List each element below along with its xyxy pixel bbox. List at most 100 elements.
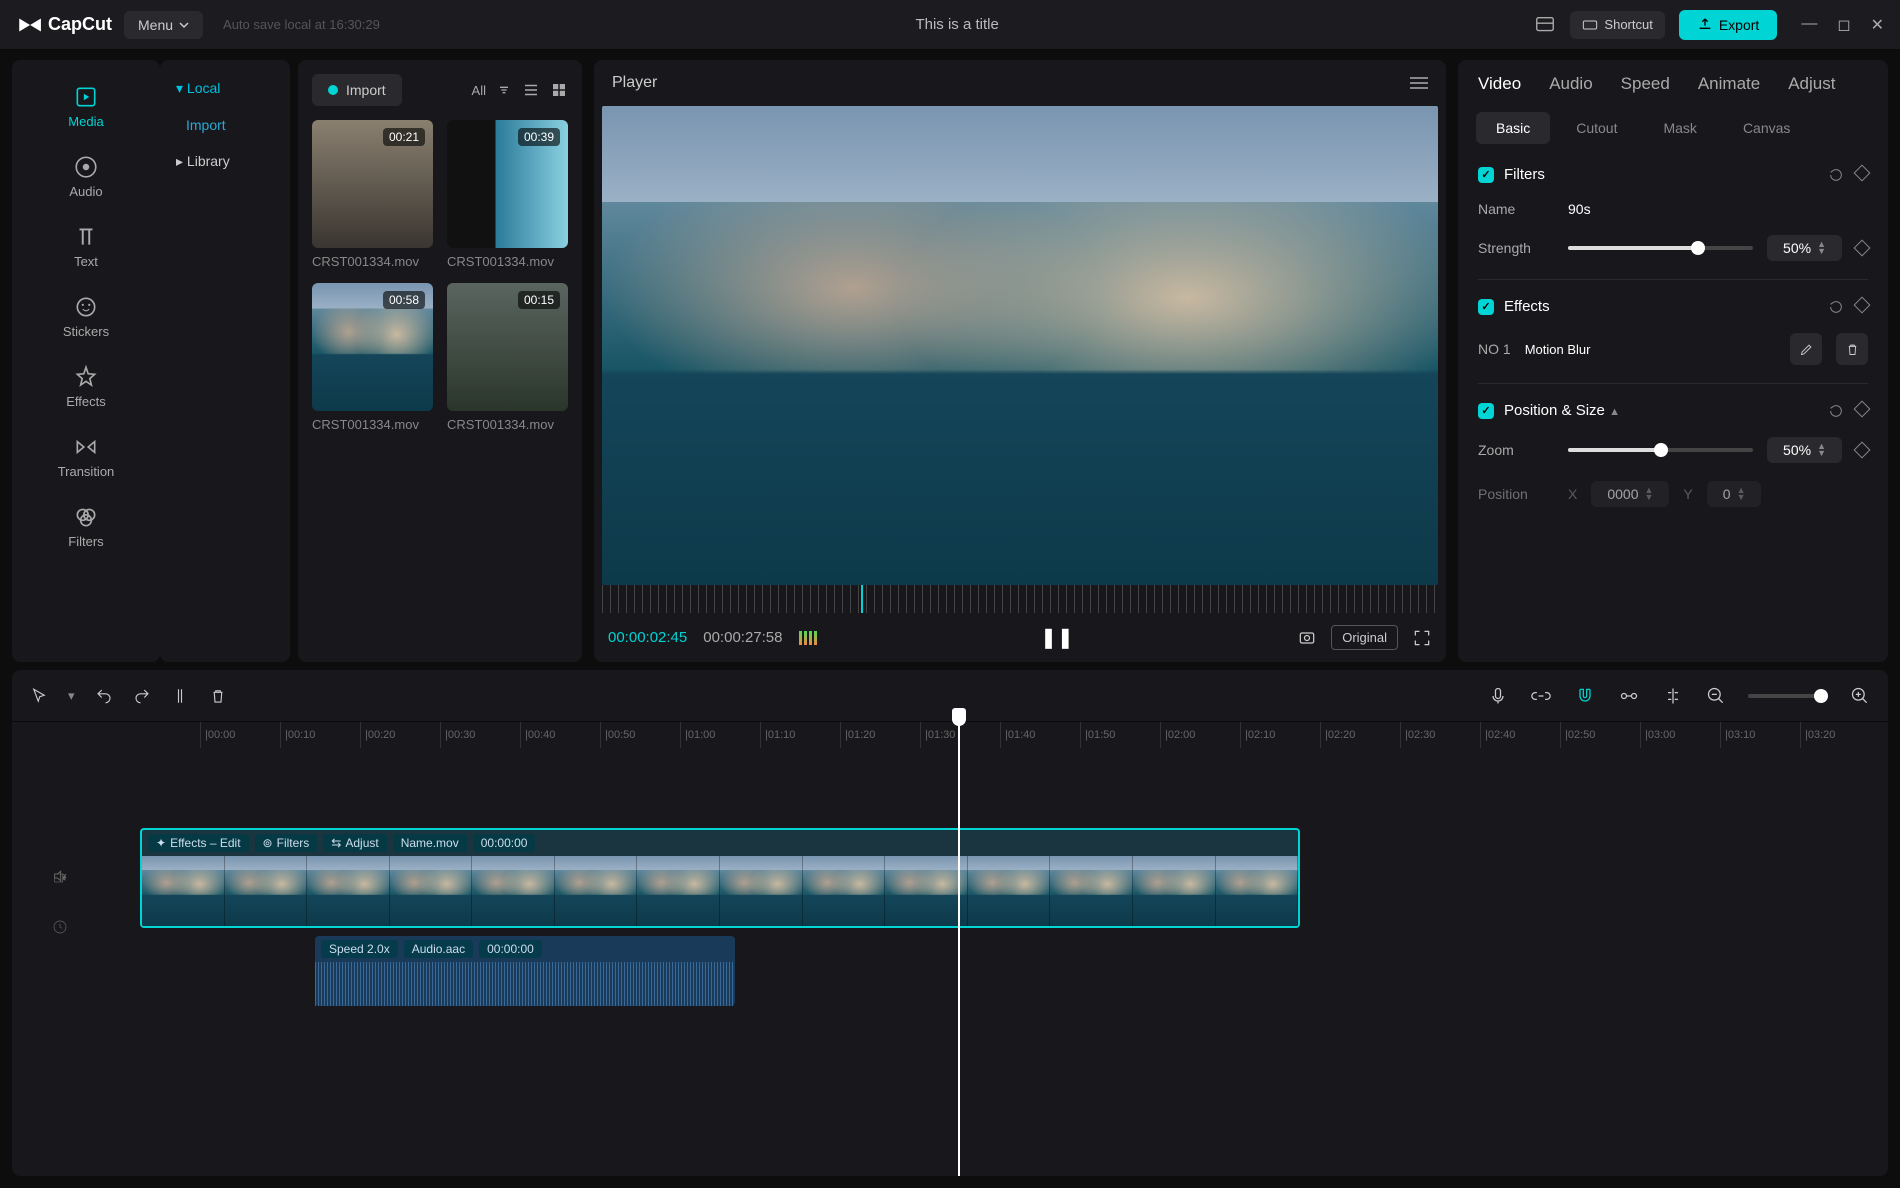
filters-checkbox[interactable]: ✓: [1478, 167, 1494, 183]
timecode-duration: 00:00:27:58: [703, 629, 782, 646]
delete-effect-button[interactable]: [1836, 333, 1868, 365]
reset-icon[interactable]: [1828, 403, 1844, 419]
subtab-basic[interactable]: Basic: [1476, 112, 1550, 144]
fullscreen-icon[interactable]: [1412, 628, 1432, 648]
tab-speed[interactable]: Speed: [1621, 74, 1670, 94]
timeline[interactable]: |00:00|00:10|00:20|00:30|00:40|00:50|01:…: [12, 722, 1888, 1176]
redo-icon[interactable]: [133, 687, 151, 705]
filter-name: 90s: [1568, 201, 1591, 217]
player-ruler[interactable]: [602, 585, 1438, 613]
tool-effects[interactable]: Effects: [12, 352, 160, 422]
dot-icon: [328, 85, 338, 95]
audio-tag-tc: 00:00:00: [479, 940, 542, 958]
mic-icon[interactable]: [1488, 686, 1508, 706]
tab-audio[interactable]: Audio: [1549, 74, 1592, 94]
clip-tag-adjust[interactable]: ⇆ Adjust: [323, 834, 386, 852]
reset-icon[interactable]: [1828, 167, 1844, 183]
view-grid-icon[interactable]: [550, 81, 568, 99]
tool-text[interactable]: Text: [12, 212, 160, 282]
media-panel: Import All 00:21CRST001334.mov 00:39CRST…: [298, 60, 582, 662]
keyframe-icon[interactable]: [1854, 240, 1871, 257]
filters-title: Filters: [1504, 166, 1818, 183]
media-clip[interactable]: 00:39CRST001334.mov: [447, 120, 568, 269]
effect-name: Motion Blur: [1525, 342, 1776, 357]
timecode-current: 00:00:02:45: [608, 629, 687, 646]
keyframe-icon[interactable]: [1854, 164, 1871, 181]
tab-adjust[interactable]: Adjust: [1788, 74, 1835, 94]
tab-video[interactable]: Video: [1478, 74, 1521, 94]
pause-button[interactable]: ❚❚: [1040, 625, 1074, 650]
tree-library[interactable]: ▸ Library: [160, 143, 290, 180]
keyboard-icon: [1582, 17, 1598, 33]
audio-tag-speed: Speed 2.0x: [321, 940, 398, 958]
view-list-icon[interactable]: [522, 81, 540, 99]
snapshot-icon[interactable]: [1297, 628, 1317, 648]
media-clip[interactable]: 00:58CRST001334.mov: [312, 283, 433, 432]
audio-track-toggle[interactable]: [30, 892, 90, 962]
timeline-zoom-slider[interactable]: [1748, 694, 1828, 698]
strength-slider[interactable]: [1568, 246, 1753, 250]
playhead[interactable]: [958, 722, 960, 1176]
possize-checkbox[interactable]: ✓: [1478, 403, 1494, 419]
close-button[interactable]: ✕: [1871, 15, 1884, 35]
mute-toggle[interactable]: [30, 868, 90, 884]
player-menu-icon[interactable]: [1410, 77, 1428, 89]
reset-icon[interactable]: [1828, 299, 1844, 315]
video-clip[interactable]: ✦ Effects – Edit ⊚ Filters ⇆ Adjust Name…: [140, 828, 1300, 928]
menu-button[interactable]: Menu: [124, 11, 203, 39]
clip-tag-effects[interactable]: ✦ Effects – Edit: [148, 834, 249, 852]
player-canvas[interactable]: [602, 106, 1438, 585]
undo-icon[interactable]: [95, 687, 113, 705]
effects-checkbox[interactable]: ✓: [1478, 299, 1494, 315]
zoom-slider[interactable]: [1568, 448, 1753, 452]
subtab-canvas[interactable]: Canvas: [1723, 112, 1810, 144]
tree-import[interactable]: Import: [160, 107, 290, 143]
delete-icon[interactable]: [209, 687, 227, 705]
shortcut-button[interactable]: Shortcut: [1570, 11, 1664, 39]
filter-all[interactable]: All: [472, 83, 486, 98]
keyframe-icon[interactable]: [1854, 400, 1871, 417]
zoom-out-icon[interactable]: [1706, 686, 1726, 706]
strength-value[interactable]: 50%▲▼: [1767, 235, 1842, 261]
tool-transition[interactable]: Transition: [12, 422, 160, 492]
project-title[interactable]: This is a title: [392, 16, 1523, 33]
edit-effect-button[interactable]: [1790, 333, 1822, 365]
magnet-icon[interactable]: [1574, 686, 1596, 706]
subtab-mask[interactable]: Mask: [1643, 112, 1716, 144]
align-icon[interactable]: [1662, 686, 1684, 706]
media-clip[interactable]: 00:15CRST001334.mov: [447, 283, 568, 432]
maximize-button[interactable]: ◻: [1837, 15, 1850, 35]
timeline-ruler[interactable]: |00:00|00:10|00:20|00:30|00:40|00:50|01:…: [30, 722, 1870, 748]
position-y[interactable]: 0▲▼: [1707, 481, 1762, 507]
minimize-button[interactable]: —: [1801, 15, 1817, 35]
tab-animate[interactable]: Animate: [1698, 74, 1760, 94]
keyframe-icon[interactable]: [1854, 442, 1871, 459]
tool-filters[interactable]: Filters: [12, 492, 160, 562]
position-x[interactable]: 0000▲▼: [1591, 481, 1669, 507]
chain-icon[interactable]: [1618, 686, 1640, 706]
tool-stickers[interactable]: Stickers: [12, 282, 160, 352]
cursor-icon[interactable]: [30, 687, 48, 705]
chevron-down-icon: [179, 20, 189, 30]
player-title: Player: [612, 74, 657, 92]
zoom-value[interactable]: 50%▲▼: [1767, 437, 1842, 463]
tree-local[interactable]: ▾ Local: [160, 70, 290, 107]
keyframe-icon[interactable]: [1854, 296, 1871, 313]
original-button[interactable]: Original: [1331, 625, 1398, 650]
link-icon[interactable]: [1530, 686, 1552, 706]
layout-icon[interactable]: [1534, 14, 1556, 36]
audio-clip[interactable]: Speed 2.0x Audio.aac 00:00:00: [315, 936, 735, 1006]
tool-media[interactable]: Media: [12, 72, 160, 142]
zoom-in-icon[interactable]: [1850, 686, 1870, 706]
tool-strip: Media Audio Text Stickers Effects Transi…: [12, 60, 160, 662]
player-panel: Player 00:00:02:45 00:00:27:58 ❚❚ Origin…: [594, 60, 1446, 662]
clip-tag-filters[interactable]: ⊚ Filters: [255, 834, 318, 852]
media-clip[interactable]: 00:21CRST001334.mov: [312, 120, 433, 269]
split-icon[interactable]: [171, 687, 189, 705]
tool-audio[interactable]: Audio: [12, 142, 160, 212]
possize-title: Position & Size ▲: [1504, 402, 1818, 419]
export-button[interactable]: Export: [1679, 10, 1777, 40]
import-button[interactable]: Import: [312, 74, 402, 106]
subtab-cutout[interactable]: Cutout: [1556, 112, 1637, 144]
sort-icon[interactable]: [496, 82, 512, 98]
